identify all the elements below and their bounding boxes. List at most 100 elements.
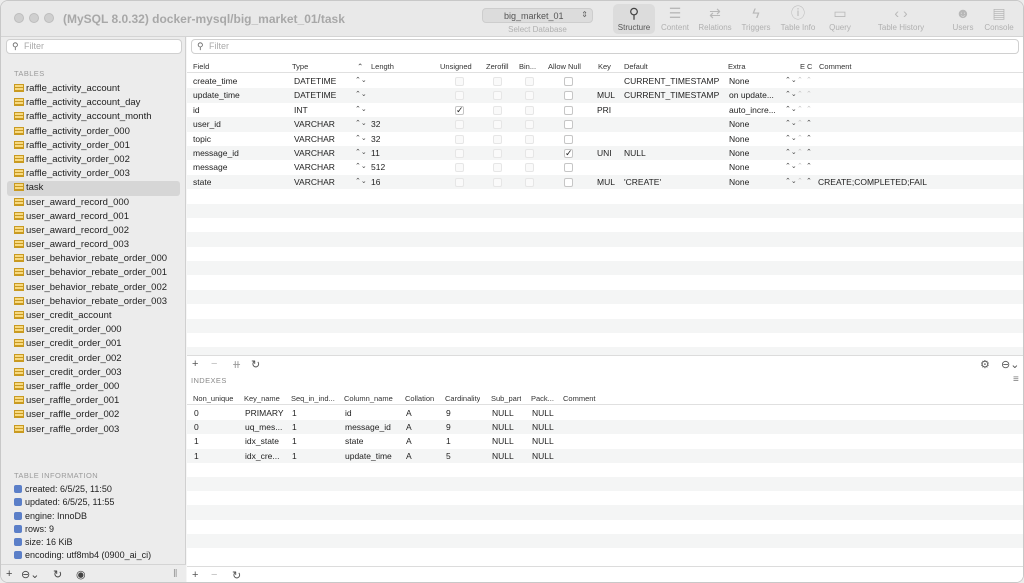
field-type-cell[interactable]: VARCHAR: [294, 148, 335, 158]
allow-null-checkbox[interactable]: [564, 120, 573, 130]
field-type-cell[interactable]: VARCHAR: [294, 134, 335, 144]
encoding-stepper-icon[interactable]: ⌃: [797, 148, 803, 156]
sidebar-table-item[interactable]: user_award_record_002: [7, 224, 180, 238]
binary-checkbox[interactable]: [525, 148, 534, 158]
sidebar-table-item[interactable]: raffle_activity_account_month: [7, 110, 180, 124]
field-key-cell[interactable]: MUL: [597, 90, 615, 100]
collation-stepper-icon[interactable]: ⌃: [806, 162, 812, 170]
field-length-cell[interactable]: 32: [371, 134, 380, 144]
allow-null-checkbox[interactable]: [564, 91, 573, 101]
zerofill-checkbox[interactable]: [493, 177, 502, 187]
type-stepper-icon[interactable]: ⌃⌄: [355, 90, 367, 98]
sidebar-table-item[interactable]: raffle_activity_order_002: [7, 153, 180, 167]
zerofill-checkbox[interactable]: [493, 77, 502, 86]
collation-stepper-icon[interactable]: ⌃: [806, 177, 812, 185]
sidebar-table-item[interactable]: user_raffle_order_001: [7, 394, 180, 408]
sidebar-table-item[interactable]: user_raffle_order_003: [7, 423, 180, 437]
binary-checkbox[interactable]: [525, 91, 534, 101]
index-row[interactable]: 0 PRIMARY 1 id A 9 NULL NULL: [187, 406, 1023, 420]
toolbar-button-console[interactable]: ▤ Console: [983, 4, 1015, 34]
field-length-cell[interactable]: 16: [371, 177, 380, 187]
more-options-icon[interactable]: ⊖⌄: [1001, 358, 1019, 371]
sidebar-table-item[interactable]: user_behavior_rebate_order_002: [7, 281, 180, 295]
database-select[interactable]: big_market_01 ⇕: [482, 8, 593, 23]
field-default-cell[interactable]: 'CREATE': [624, 177, 661, 187]
field-type-cell[interactable]: DATETIME: [294, 76, 336, 86]
field-field-cell[interactable]: state: [193, 177, 211, 187]
refresh-icon[interactable]: ↻: [53, 568, 62, 581]
unsigned-checkbox[interactable]: [455, 91, 464, 101]
field-field-cell[interactable]: user_id: [193, 119, 221, 129]
field-length-cell[interactable]: 512: [371, 162, 385, 172]
extra-stepper-icon[interactable]: ⌃⌄: [785, 134, 797, 142]
binary-checkbox[interactable]: [525, 163, 534, 173]
field-extra-cell[interactable]: None: [729, 119, 749, 129]
sidebar-table-item[interactable]: raffle_activity_order_003: [7, 167, 180, 181]
allow-null-checkbox[interactable]: [564, 105, 573, 115]
extra-stepper-icon[interactable]: ⌃⌄: [785, 148, 797, 156]
index-column-header[interactable]: Sub_part: [491, 394, 521, 403]
add-field-button[interactable]: +: [192, 358, 198, 370]
collation-stepper-icon[interactable]: ⌃: [806, 134, 812, 142]
extra-stepper-icon[interactable]: ⌃⌄: [785, 90, 797, 98]
index-column-header[interactable]: Seq_in_ind...: [291, 394, 335, 403]
field-extra-cell[interactable]: None: [729, 162, 749, 172]
encoding-stepper-icon[interactable]: ⌃: [797, 105, 803, 113]
type-stepper-icon[interactable]: ⌃⌄: [355, 134, 367, 142]
toolbar-button-users[interactable]: ☻ Users: [947, 4, 979, 34]
field-field-cell[interactable]: update_time: [193, 90, 240, 100]
sidebar-table-item[interactable]: task: [7, 181, 180, 196]
zerofill-checkbox[interactable]: [493, 134, 502, 144]
field-type-cell[interactable]: VARCHAR: [294, 119, 335, 129]
index-column-header[interactable]: Pack...: [531, 394, 554, 403]
column-header[interactable]: E: [800, 62, 805, 71]
sidebar-table-item[interactable]: user_award_record_001: [7, 210, 180, 224]
zoom-window-button[interactable]: [44, 13, 54, 23]
toolbar-button-triggers[interactable]: ϟ Triggers: [738, 4, 774, 34]
field-key-cell[interactable]: UNI: [597, 148, 612, 158]
field-field-cell[interactable]: message_id: [193, 148, 239, 158]
encoding-stepper-icon[interactable]: ⌃: [797, 90, 803, 98]
field-default-cell[interactable]: CURRENT_TIMESTAMP: [624, 90, 719, 100]
toolbar-button-structure[interactable]: ⚲ Structure: [613, 4, 655, 34]
extra-stepper-icon[interactable]: ⌃⌄: [785, 105, 797, 113]
unsigned-checkbox[interactable]: [455, 177, 464, 187]
binary-checkbox[interactable]: [525, 134, 534, 144]
table-filter-input[interactable]: ⚲ Filter: [6, 39, 182, 54]
sidebar-table-item[interactable]: user_credit_order_002: [7, 352, 180, 366]
unsigned-checkbox[interactable]: [455, 148, 464, 158]
sidebar-table-item[interactable]: raffle_activity_account: [7, 82, 180, 96]
index-column-header[interactable]: Comment: [563, 394, 596, 403]
eye-icon[interactable]: ◉: [76, 568, 86, 581]
sidebar-table-item[interactable]: user_award_record_000: [7, 196, 180, 210]
column-header[interactable]: Default: [624, 62, 648, 71]
column-header[interactable]: Comment: [819, 62, 852, 71]
zerofill-checkbox[interactable]: [493, 163, 502, 173]
gear-icon[interactable]: ⚙: [980, 358, 990, 371]
more-actions-button[interactable]: ⊖⌄: [21, 568, 39, 581]
unsigned-checkbox[interactable]: ✓: [455, 105, 464, 115]
collation-stepper-icon[interactable]: ⌃: [806, 105, 812, 113]
column-header[interactable]: Zerofill: [486, 62, 509, 71]
field-comment-cell[interactable]: CREATE;COMPLETED;FAIL: [818, 177, 927, 187]
column-header[interactable]: C: [807, 62, 812, 71]
list-menu-icon[interactable]: ≡: [1013, 374, 1019, 385]
field-default-cell[interactable]: CURRENT_TIMESTAMP: [624, 76, 719, 86]
sidebar-table-item[interactable]: user_credit_order_001: [7, 337, 180, 351]
field-row[interactable]: message VARCHAR 512 None ⌃⌄ ⌃⌄ ⌃ ⌃: [187, 160, 1023, 174]
field-extra-cell[interactable]: None: [729, 148, 749, 158]
index-column-header[interactable]: Column_name: [344, 394, 393, 403]
sidebar-table-item[interactable]: user_credit_order_000: [7, 323, 180, 337]
add-index-button[interactable]: +: [192, 569, 198, 581]
column-header[interactable]: Length: [371, 62, 394, 71]
encoding-stepper-icon[interactable]: ⌃: [797, 76, 803, 84]
index-column-header[interactable]: Cardinality: [445, 394, 480, 403]
unsigned-checkbox[interactable]: [455, 77, 464, 86]
type-stepper-icon[interactable]: ⌃⌄: [355, 162, 367, 170]
toolbar-button-content[interactable]: ☰ Content: [659, 4, 691, 34]
allow-null-checkbox[interactable]: [564, 163, 573, 173]
field-extra-cell[interactable]: None: [729, 177, 749, 187]
column-header[interactable]: Field: [193, 62, 209, 71]
field-type-cell[interactable]: INT: [294, 105, 308, 115]
encoding-stepper-icon[interactable]: ⌃: [797, 119, 803, 127]
